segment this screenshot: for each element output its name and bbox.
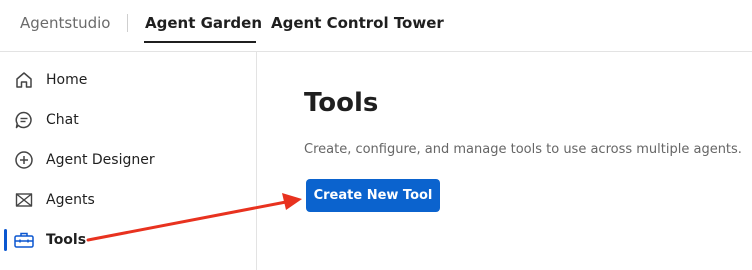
brand-name[interactable]: Agentstudio xyxy=(20,14,110,32)
tab-agent-control-tower[interactable]: Agent Control Tower xyxy=(271,14,444,32)
sidebar: Home Chat Agent Designer Agents Tools xyxy=(0,52,257,270)
sidebar-item-agent-designer[interactable]: Agent Designer xyxy=(0,140,256,180)
main-content: Tools Create, configure, and manage tool… xyxy=(258,52,752,270)
sidebar-item-tools[interactable]: Tools xyxy=(0,220,256,260)
sidebar-item-label: Agent Designer xyxy=(46,152,155,168)
chat-icon xyxy=(13,109,35,131)
tab-agent-garden[interactable]: Agent Garden xyxy=(145,14,262,32)
page-description: Create, configure, and manage tools to u… xyxy=(304,142,742,157)
create-new-tool-button[interactable]: Create New Tool xyxy=(306,179,440,212)
sidebar-item-label: Home xyxy=(46,72,88,88)
brand-divider xyxy=(127,14,128,32)
agents-icon xyxy=(13,189,35,211)
plus-circle-icon xyxy=(13,149,35,171)
sidebar-item-chat[interactable]: Chat xyxy=(0,100,256,140)
toolbox-icon xyxy=(13,229,35,251)
sidebar-item-label: Chat xyxy=(46,112,79,128)
page-title: Tools xyxy=(304,88,379,118)
sidebar-item-agents[interactable]: Agents xyxy=(0,180,256,220)
sidebar-item-label: Agents xyxy=(46,192,95,208)
sidebar-item-label: Tools xyxy=(46,232,87,248)
home-icon xyxy=(13,69,35,91)
selected-tab-indicator xyxy=(144,41,256,43)
sidebar-item-home[interactable]: Home xyxy=(0,60,256,100)
top-bar: Agentstudio Agent Garden Agent Control T… xyxy=(0,0,752,52)
